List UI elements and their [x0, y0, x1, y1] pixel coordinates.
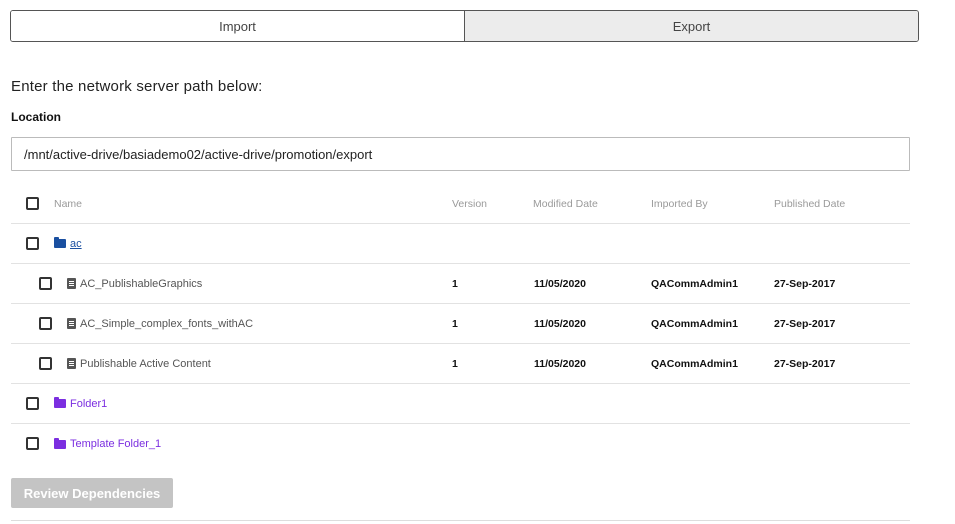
- file-name: AC_PublishableGraphics: [67, 278, 202, 290]
- row-name: Publishable Active Content: [80, 357, 211, 370]
- import-export-tabs: Import Export: [10, 10, 919, 42]
- row-checkbox[interactable]: [26, 397, 39, 410]
- folder-icon: [54, 237, 66, 248]
- document-icon: [67, 278, 76, 289]
- content-table: Name Version Modified Date Imported By P…: [11, 184, 910, 464]
- row-checkbox[interactable]: [26, 437, 39, 450]
- row-published-date: 27-Sep-2017: [774, 317, 836, 330]
- row-published-date: 27-Sep-2017: [774, 357, 836, 370]
- row-name: Template Folder_1: [70, 438, 162, 450]
- select-all-checkbox[interactable]: [26, 197, 39, 210]
- location-label: Location: [11, 110, 61, 124]
- row-modified-date: 11/05/2020: [534, 357, 586, 370]
- row-checkbox[interactable]: [39, 357, 52, 370]
- document-icon: [67, 358, 76, 369]
- table-row: Template Folder_1: [11, 424, 910, 464]
- row-checkbox[interactable]: [39, 277, 52, 290]
- header-published-date: Published Date: [774, 197, 846, 210]
- header-name: Name: [54, 197, 83, 210]
- table-row: AC_Simple_complex_fonts_withAC 1 11/05/2…: [11, 304, 910, 344]
- folder-link-ac[interactable]: ac: [54, 237, 82, 250]
- header-modified-date: Modified Date: [533, 197, 598, 210]
- folder-link-template-folder-1[interactable]: Template Folder_1: [54, 437, 162, 450]
- folder-icon: [54, 437, 66, 449]
- review-dependencies-button[interactable]: Review Dependencies: [11, 478, 173, 508]
- table-header-row: Name Version Modified Date Imported By P…: [11, 184, 910, 224]
- row-imported-by: QACommAdmin1: [651, 317, 738, 330]
- row-version: 1: [452, 357, 458, 370]
- tab-import[interactable]: Import: [11, 11, 465, 41]
- divider: [11, 520, 910, 521]
- header-imported-by: Imported By: [651, 197, 708, 210]
- table-row: ac: [11, 224, 910, 264]
- row-name: ac: [70, 237, 82, 250]
- row-published-date: 27-Sep-2017: [774, 277, 836, 290]
- table-row: AC_PublishableGraphics 1 11/05/2020 QACo…: [11, 264, 910, 304]
- row-name: Folder1: [70, 397, 108, 410]
- document-icon: [67, 318, 76, 329]
- folder-link-folder1[interactable]: Folder1: [54, 397, 108, 410]
- row-checkbox[interactable]: [39, 317, 52, 330]
- file-name: Publishable Active Content: [67, 358, 211, 370]
- row-name: AC_Simple_complex_fonts_withAC: [80, 317, 254, 330]
- instruction-text: Enter the network server path below:: [11, 78, 263, 95]
- table-row: Folder1: [11, 384, 910, 424]
- row-modified-date: 11/05/2020: [534, 317, 586, 330]
- row-imported-by: QACommAdmin1: [651, 277, 738, 290]
- header-version: Version: [452, 197, 488, 210]
- row-imported-by: QACommAdmin1: [651, 357, 738, 370]
- folder-icon: [54, 397, 66, 408]
- tab-export[interactable]: Export: [465, 11, 918, 41]
- file-name: AC_Simple_complex_fonts_withAC: [67, 318, 253, 330]
- row-version: 1: [452, 277, 458, 290]
- table-row: Publishable Active Content 1 11/05/2020 …: [11, 344, 910, 384]
- row-version: 1: [452, 317, 458, 330]
- row-name: AC_PublishableGraphics: [80, 277, 203, 290]
- location-input[interactable]: [11, 137, 910, 171]
- row-checkbox[interactable]: [26, 237, 39, 250]
- row-modified-date: 11/05/2020: [534, 277, 586, 290]
